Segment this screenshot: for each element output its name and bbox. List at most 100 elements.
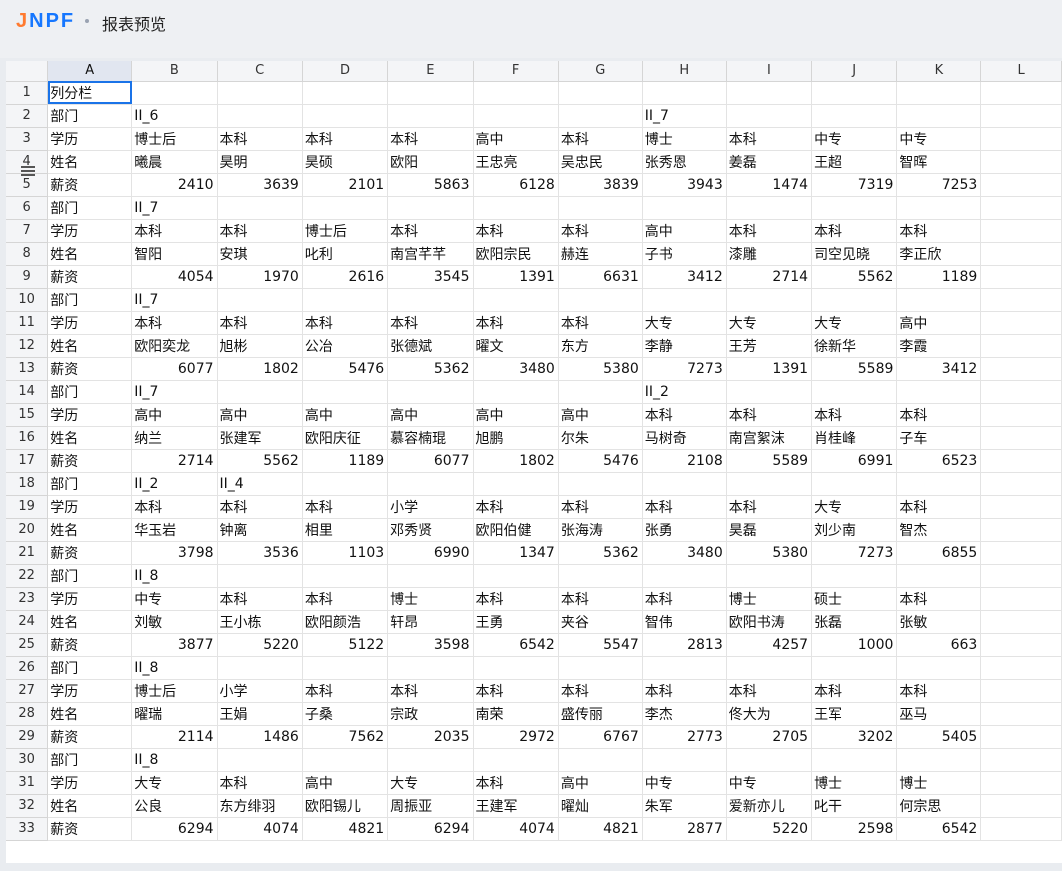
cell[interactable]: [387, 81, 474, 105]
cell[interactable]: 王小栋: [217, 610, 303, 634]
row-header[interactable]: 28: [6, 702, 49, 726]
cell[interactable]: 5863: [387, 173, 474, 197]
cell[interactable]: 6128: [473, 173, 559, 197]
cell[interactable]: 学历: [47, 495, 133, 519]
cell[interactable]: 王建军: [473, 794, 559, 818]
cell[interactable]: 高中: [217, 403, 303, 427]
cell[interactable]: [558, 748, 643, 772]
cell[interactable]: 宗政: [387, 702, 474, 726]
cell[interactable]: 2813: [642, 633, 727, 657]
cell[interactable]: 5220: [217, 633, 303, 657]
cell[interactable]: 欧阳: [387, 150, 474, 174]
cell[interactable]: 博士: [387, 587, 474, 611]
cell[interactable]: 本科: [131, 311, 218, 335]
cell[interactable]: [473, 196, 559, 220]
cell[interactable]: 2972: [473, 725, 559, 749]
cell[interactable]: 大专: [131, 771, 218, 795]
cell[interactable]: [980, 196, 1062, 220]
cell[interactable]: [980, 426, 1062, 450]
cell[interactable]: [302, 380, 389, 404]
cell[interactable]: [980, 403, 1062, 427]
cell[interactable]: 何宗思: [896, 794, 982, 818]
cell[interactable]: 1486: [217, 725, 303, 749]
cell[interactable]: 公冶: [302, 334, 389, 358]
row-header[interactable]: 2: [6, 104, 49, 128]
cell[interactable]: 学历: [47, 403, 133, 427]
cell[interactable]: II_7: [131, 288, 218, 312]
row-header[interactable]: 3: [6, 127, 49, 151]
cell[interactable]: [558, 104, 643, 128]
cell[interactable]: 1103: [302, 541, 389, 565]
cell[interactable]: 本科: [896, 403, 982, 427]
cell[interactable]: 部门: [47, 196, 133, 220]
cell[interactable]: 本科: [131, 495, 218, 519]
cell[interactable]: 大专: [811, 311, 898, 335]
cell[interactable]: [811, 748, 898, 772]
cell[interactable]: [980, 219, 1062, 243]
row-header[interactable]: 14: [6, 380, 49, 404]
column-header-a[interactable]: A: [47, 61, 133, 82]
cell[interactable]: [980, 81, 1062, 105]
cell[interactable]: [811, 564, 898, 588]
row-header[interactable]: 6: [6, 196, 49, 220]
cell[interactable]: 欧阳锡儿: [302, 794, 389, 818]
cell[interactable]: 本科: [811, 219, 898, 243]
cell[interactable]: 5589: [726, 449, 813, 473]
cell[interactable]: 1391: [473, 265, 559, 289]
cell[interactable]: [217, 380, 303, 404]
cell[interactable]: 本科: [726, 403, 813, 427]
cell[interactable]: II_2: [642, 380, 727, 404]
cell[interactable]: [980, 656, 1062, 680]
cell[interactable]: 3412: [896, 357, 982, 381]
cell[interactable]: 本科: [642, 587, 727, 611]
cell[interactable]: 4257: [726, 633, 813, 657]
cell[interactable]: 2877: [642, 817, 727, 841]
cell[interactable]: [896, 748, 982, 772]
column-header-i[interactable]: I: [726, 61, 813, 82]
cell[interactable]: 本科: [473, 311, 559, 335]
row-header[interactable]: 13: [6, 357, 49, 381]
cell[interactable]: 小学: [217, 679, 303, 703]
column-header-d[interactable]: D: [302, 61, 389, 82]
cell[interactable]: [980, 610, 1062, 634]
cell[interactable]: 本科: [642, 403, 727, 427]
cell[interactable]: [726, 564, 813, 588]
cell[interactable]: 马树奇: [642, 426, 727, 450]
cell[interactable]: II_4: [217, 472, 303, 496]
column-header-g[interactable]: G: [558, 61, 643, 82]
cell[interactable]: 1189: [896, 265, 982, 289]
cell[interactable]: 6294: [131, 817, 218, 841]
cell[interactable]: 部门: [47, 748, 133, 772]
cell[interactable]: 高中: [302, 771, 389, 795]
cell[interactable]: 本科: [302, 495, 389, 519]
cell[interactable]: [726, 196, 813, 220]
cell[interactable]: [896, 564, 982, 588]
cell[interactable]: 3877: [131, 633, 218, 657]
cell[interactable]: 子车: [896, 426, 982, 450]
cell[interactable]: 薪资: [47, 173, 133, 197]
row-header[interactable]: 19: [6, 495, 49, 519]
row-header[interactable]: 1: [6, 81, 49, 105]
cell[interactable]: 王超: [811, 150, 898, 174]
cell[interactable]: 吴忠民: [558, 150, 643, 174]
cell[interactable]: [558, 472, 643, 496]
cell[interactable]: 薪资: [47, 725, 133, 749]
cell[interactable]: 6990: [387, 541, 474, 565]
cell[interactable]: 朱军: [642, 794, 727, 818]
cell[interactable]: II_7: [131, 380, 218, 404]
cell[interactable]: 智杰: [896, 518, 982, 542]
cell[interactable]: 本科: [473, 771, 559, 795]
cell[interactable]: 2101: [302, 173, 389, 197]
cell[interactable]: 本科: [387, 679, 474, 703]
cell[interactable]: [473, 656, 559, 680]
row-header[interactable]: 30: [6, 748, 49, 772]
cell[interactable]: 本科: [896, 219, 982, 243]
cell[interactable]: 本科: [217, 127, 303, 151]
cell[interactable]: 2773: [642, 725, 727, 749]
cell[interactable]: [217, 656, 303, 680]
cell[interactable]: 徐新华: [811, 334, 898, 358]
cell[interactable]: [387, 288, 474, 312]
cell[interactable]: [473, 288, 559, 312]
column-header-e[interactable]: E: [387, 61, 474, 82]
row-header[interactable]: 8: [6, 242, 49, 266]
